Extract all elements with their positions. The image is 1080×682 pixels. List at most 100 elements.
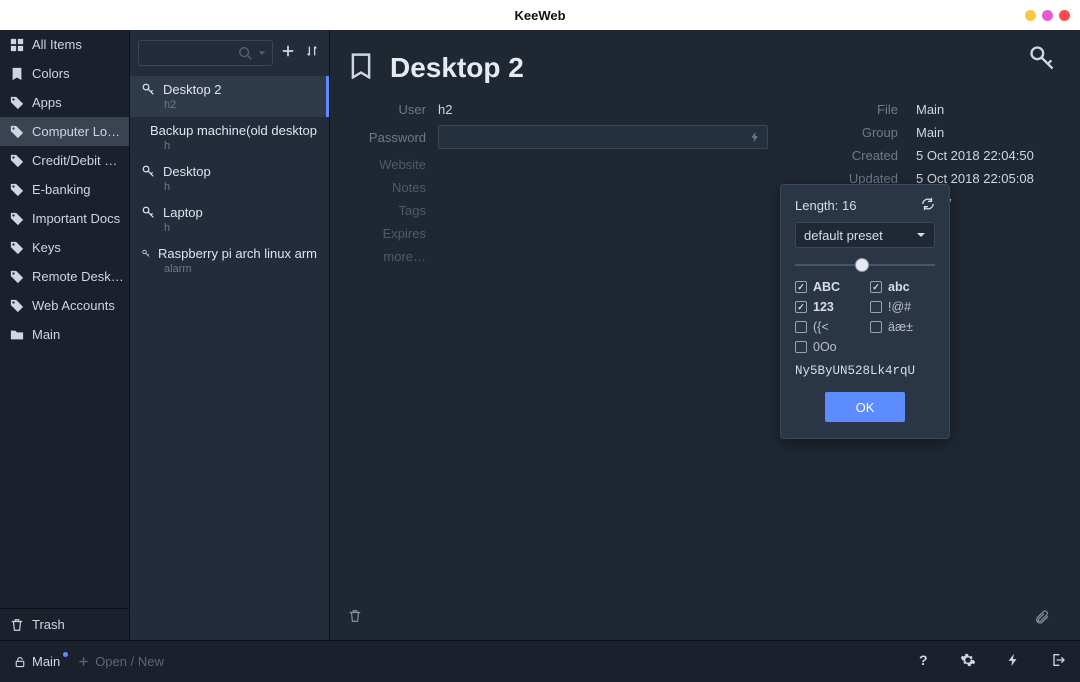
gen-check-digits[interactable]: ✓123 (795, 300, 860, 314)
key-icon (142, 247, 150, 260)
file-meta-label: File (834, 102, 898, 117)
sidebar-item-label: Colors (32, 66, 70, 81)
search-input[interactable] (138, 40, 273, 66)
sidebar-item-label: Apps (32, 95, 62, 110)
tags-label[interactable]: Tags (348, 203, 438, 218)
plus-icon (78, 656, 89, 667)
gen-check-upper[interactable]: ✓ABC (795, 280, 860, 294)
sidebar-item-main[interactable]: Main (0, 320, 129, 349)
detail-panel: Desktop 2 User h2 Password Website (330, 30, 1080, 640)
gen-length-label: Length: 16 (795, 198, 856, 213)
tag-icon (10, 96, 24, 110)
gen-check-ambiguous[interactable]: 0Oo (795, 340, 860, 354)
tag-icon (10, 299, 24, 313)
lock-button[interactable] (1050, 652, 1066, 671)
gear-icon (960, 652, 976, 668)
user-label: User (348, 102, 438, 117)
file-meta-value: Main (916, 102, 1046, 117)
generator-button[interactable] (1006, 652, 1020, 671)
entry-item[interactable]: Backup machine(old desktop) h (130, 117, 329, 158)
sidebar-item-important-docs[interactable]: Important Docs (0, 204, 129, 233)
user-value[interactable]: h2 (438, 102, 452, 117)
entry-item[interactable]: Desktop h (130, 158, 329, 199)
slider-thumb[interactable] (855, 258, 869, 272)
folder-icon (10, 328, 24, 342)
open-new-button[interactable]: Open / New (78, 654, 164, 669)
bookmark-icon (10, 67, 24, 81)
key-icon (142, 165, 155, 178)
sidebar-item-remote-desk[interactable]: Remote Desk… (0, 262, 129, 291)
sign-out-icon (1050, 652, 1066, 668)
delete-entry-button[interactable] (348, 609, 362, 630)
bolt-icon[interactable] (749, 131, 761, 143)
sidebar-item-label: Keys (32, 240, 61, 255)
entry-item[interactable]: Desktop 2 h2 (130, 76, 329, 117)
tag-icon (10, 212, 24, 226)
minimize-dot[interactable] (1025, 10, 1036, 21)
gen-preset-value: default preset (804, 228, 883, 243)
entry-title[interactable]: Desktop 2 (390, 52, 524, 84)
search-icon (238, 46, 252, 60)
refresh-icon[interactable] (921, 197, 935, 214)
sidebar-item-apps[interactable]: Apps (0, 88, 129, 117)
sidebar-item-label: Web Accounts (32, 298, 115, 313)
entry-sub-text: h (164, 222, 317, 234)
group-meta-value: Main (916, 125, 1046, 140)
entry-sub-text: h (164, 140, 317, 152)
group-meta-label: Group (834, 125, 898, 140)
entry-title-text: Desktop (163, 164, 211, 179)
entry-list-panel: Desktop 2 h2 Backup machine(old desktop)… (130, 30, 330, 640)
attach-file-button[interactable] (1034, 609, 1050, 630)
maximize-dot[interactable] (1042, 10, 1053, 21)
add-button[interactable] (279, 42, 297, 65)
sidebar-item-web-accounts[interactable]: Web Accounts (0, 291, 129, 320)
sidebar-trash[interactable]: Trash (0, 608, 129, 640)
help-button[interactable]: ? (914, 652, 930, 671)
sidebar: All Items Colors Apps Computer Lo… Credi… (0, 30, 130, 640)
unlock-icon (14, 656, 26, 668)
created-meta-value: 5 Oct 2018 22:04:50 (916, 148, 1046, 163)
gen-check-lower[interactable]: ✓abc (870, 280, 935, 294)
sidebar-item-label: Remote Desk… (32, 269, 124, 284)
settings-button[interactable] (960, 652, 976, 671)
entry-title-text: Desktop 2 (163, 82, 222, 97)
sidebar-item-all[interactable]: All Items (0, 30, 129, 59)
gen-check-special[interactable]: !@# (870, 300, 935, 314)
tag-icon (10, 125, 24, 139)
auto-type-key-icon[interactable] (1028, 44, 1056, 77)
db-tab-main[interactable]: Main (14, 654, 60, 669)
password-input[interactable] (438, 125, 768, 149)
sort-button[interactable] (303, 42, 321, 65)
gen-length-slider[interactable] (795, 258, 935, 272)
entry-item[interactable]: Laptop h (130, 199, 329, 240)
sidebar-item-computer-logins[interactable]: Computer Lo… (0, 117, 129, 146)
gen-preset-select[interactable]: default preset (795, 222, 935, 248)
entry-sub-text: alarm (164, 263, 317, 275)
bookmark-icon[interactable] (348, 53, 374, 84)
sidebar-item-keys[interactable]: Keys (0, 233, 129, 262)
sidebar-item-label: All Items (32, 37, 82, 52)
website-label[interactable]: Website (348, 157, 438, 172)
entry-title-text: Raspberry pi arch linux arm (158, 246, 317, 261)
sidebar-item-ebanking[interactable]: E-banking (0, 175, 129, 204)
entry-sub-text: h2 (164, 99, 317, 111)
sidebar-item-colors[interactable]: Colors (0, 59, 129, 88)
bolt-icon (1006, 652, 1020, 668)
expires-label[interactable]: Expires (348, 226, 438, 241)
more-label[interactable]: more… (348, 249, 438, 264)
sidebar-item-label: Main (32, 327, 60, 342)
notes-label[interactable]: Notes (348, 180, 438, 195)
sidebar-item-credit[interactable]: Credit/Debit … (0, 146, 129, 175)
gen-ok-button[interactable]: OK (825, 392, 905, 422)
tag-icon (10, 154, 24, 168)
password-generator-popover: Length: 16 default preset ✓ABC ✓abc ✓123… (780, 184, 950, 439)
svg-text:?: ? (919, 652, 928, 668)
chevron-down-icon (916, 230, 926, 240)
entry-title-text: Backup machine(old desktop) (150, 123, 317, 138)
gen-output: Ny5ByUN528Lk4rqU (795, 364, 935, 378)
gen-check-brackets[interactable]: ({< (795, 320, 860, 334)
entry-title-text: Laptop (163, 205, 203, 220)
gen-check-diacritic[interactable]: äæ± (870, 320, 935, 334)
close-dot[interactable] (1059, 10, 1070, 21)
entry-item[interactable]: Raspberry pi arch linux arm alarm (130, 240, 329, 281)
